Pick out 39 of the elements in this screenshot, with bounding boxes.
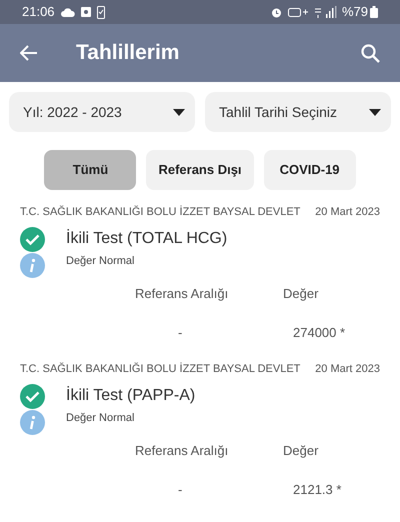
app-title: Tahlillerim xyxy=(76,40,180,66)
hospital-name: T.C. SAĞLIK BAKANLIĞI BOLU İZZET BAYSAL DEVLET xyxy=(20,362,300,377)
dropdown[interactable]: Tahlil Tarihi Seçiniz xyxy=(205,92,391,132)
signal-icon xyxy=(314,6,338,18)
result-date: 20 Mart 2023 xyxy=(315,205,380,220)
network-icon xyxy=(288,6,310,18)
result-date: 20 Mart 2023 xyxy=(315,362,380,377)
test-name: İkili Test (TOTAL HCG) xyxy=(66,228,228,249)
test-name: İkili Test (PAPP-A) xyxy=(66,385,196,406)
check-circle-icon xyxy=(20,226,45,252)
filter-tab[interactable]: Tümü xyxy=(44,150,136,190)
check-circle-icon xyxy=(20,384,45,408)
table-cell-text: 2121.3 * xyxy=(293,481,342,499)
search-icon[interactable] xyxy=(361,44,380,62)
camera-icon xyxy=(80,7,91,17)
status-time: 21:06 xyxy=(22,3,55,22)
column-header: Değer xyxy=(283,284,318,303)
battery-percentage: %79 xyxy=(342,3,368,22)
cloud-icon xyxy=(60,8,75,16)
info-icon xyxy=(20,410,45,434)
table-cell-text: - xyxy=(178,481,184,499)
column-header: Referans Aralığı xyxy=(135,442,230,460)
caret-icon xyxy=(369,108,381,116)
back-arrow-icon[interactable] xyxy=(20,45,38,61)
status-text: Değer Normal xyxy=(66,410,134,426)
table-cell-text: 274000 * xyxy=(293,324,346,342)
column-header: Değer xyxy=(283,442,318,460)
phone-icon xyxy=(96,6,105,18)
caret-icon xyxy=(173,108,185,116)
info-icon xyxy=(20,252,45,278)
battery-icon xyxy=(370,6,378,18)
column-header: Referans Aralığı xyxy=(135,284,230,303)
status-text: Değer Normal xyxy=(66,254,134,269)
filter-tab[interactable]: COVID-19 xyxy=(264,150,356,190)
dropdown[interactable]: Yıl: 2022 - 2023 xyxy=(9,92,195,132)
hospital-name: T.C. SAĞLIK BAKANLIĞI BOLU İZZET BAYSAL DEVLET xyxy=(20,204,300,220)
alarm-icon xyxy=(270,6,282,18)
filter-tab[interactable]: Referans Dışı xyxy=(146,150,254,190)
table-cell-text: - xyxy=(178,324,184,342)
